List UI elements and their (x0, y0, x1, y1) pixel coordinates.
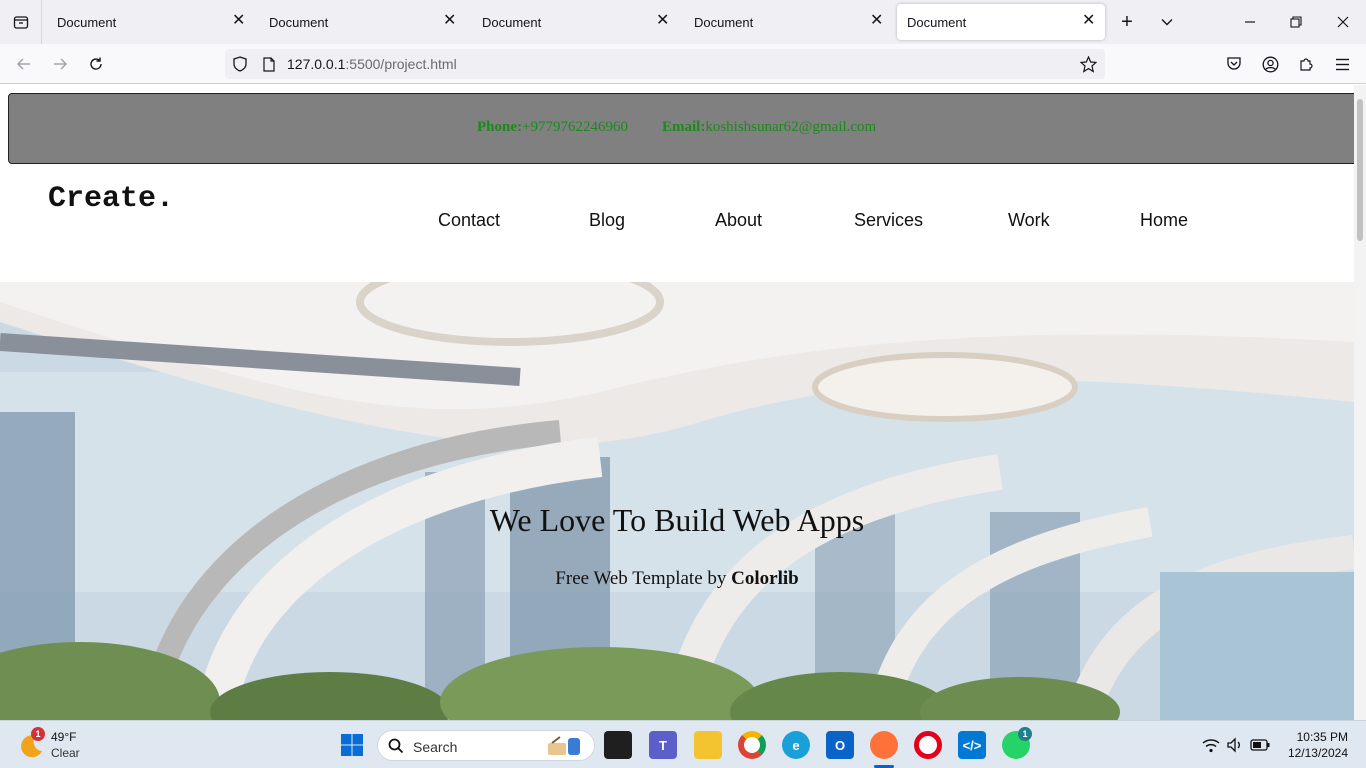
weather-temperature: 49°F (51, 730, 77, 744)
tab-title: Document (907, 15, 967, 30)
menu-hamburger-icon[interactable] (1332, 54, 1352, 74)
phone-info: Phone:+9779762246960 (477, 119, 628, 136)
hero-banner: We Love To Build Web Apps Free Web Templ… (0, 282, 1354, 720)
nav-link-services[interactable]: Services (854, 210, 923, 231)
bookmark-star-icon[interactable] (1079, 55, 1097, 73)
tab-title: Document (694, 15, 754, 30)
windows-logo-icon (341, 734, 363, 756)
clock-date: 12/13/2024 (1287, 746, 1348, 760)
close-tab-icon[interactable]: ✕ (443, 13, 456, 29)
close-window-icon[interactable] (1333, 12, 1353, 32)
taskbar: 1 49°F Clear Search T e O </> 1 10:35 PM… (0, 720, 1366, 768)
chevron-down-icon[interactable] (1157, 12, 1177, 32)
battery-icon[interactable] (1250, 736, 1270, 754)
tab-list-button[interactable] (0, 0, 42, 44)
nav-link-home[interactable]: Home (1140, 210, 1188, 231)
nav-link-contact[interactable]: Contact (438, 210, 500, 231)
hero-title: We Love To Build Web Apps (489, 502, 865, 538)
weather-condition: Clear (51, 746, 80, 760)
scrollbar-thumb[interactable] (1357, 99, 1363, 241)
opera-icon[interactable] (914, 731, 942, 759)
page-scrollbar[interactable] (1354, 85, 1366, 720)
system-clock[interactable]: 10:35 PM 12/13/2024 (1284, 729, 1348, 761)
extensions-icon[interactable] (1296, 54, 1316, 74)
back-icon[interactable] (14, 54, 34, 74)
tab-title: Document (482, 15, 542, 30)
tab-title: Document (269, 15, 329, 30)
close-tab-icon[interactable]: ✕ (870, 13, 883, 29)
contact-info-bar: Phone:+9779762246960 Email:koshishsunar6… (8, 93, 1354, 164)
task-view-icon[interactable] (604, 731, 632, 759)
teams-icon[interactable]: T (649, 731, 677, 759)
search-icon (388, 738, 404, 754)
url-text[interactable]: 127.0.0.1:5500/project.html (287, 56, 457, 72)
hero-background-image (0, 282, 1354, 720)
page-icon[interactable] (261, 56, 277, 72)
nav-link-blog[interactable]: Blog (589, 210, 625, 231)
url-host: 127.0.0.1 (287, 56, 346, 72)
volume-icon[interactable] (1226, 736, 1244, 754)
browser-tab-5-active[interactable]: Document ✕ (897, 4, 1105, 40)
email-info: Email:koshishsunar62@gmail.com (662, 119, 876, 136)
hero-subtitle-text: Free Web Template by (555, 568, 732, 589)
firefox-icon[interactable] (870, 731, 898, 759)
clock-time: 10:35 PM (1296, 730, 1348, 744)
hero-subtitle: Free Web Template by Colorlib (0, 568, 1354, 590)
restore-icon[interactable] (1286, 12, 1306, 32)
start-button[interactable] (339, 732, 365, 758)
search-label: Search (413, 739, 458, 755)
browser-tab-4[interactable]: Document ✕ (679, 0, 892, 44)
reload-icon[interactable] (86, 54, 106, 74)
weather-badge: 1 (31, 727, 45, 741)
email-label: Email: (662, 119, 706, 135)
browser-tab-1[interactable]: Document ✕ (42, 0, 254, 44)
nav-link-work[interactable]: Work (1008, 210, 1050, 231)
chrome-icon[interactable] (738, 731, 766, 759)
tab-strip: Document ✕ Document ✕ Document ✕ Documen… (0, 0, 1366, 44)
url-bar[interactable]: 127.0.0.1:5500/project.html (225, 49, 1105, 79)
page-viewport: Phone:+9779762246960 Email:koshishsunar6… (0, 85, 1354, 720)
file-explorer-icon[interactable] (694, 731, 722, 759)
close-tab-icon[interactable]: ✕ (232, 13, 245, 29)
tab-title: Document (57, 15, 117, 30)
tab-list-icon (13, 16, 28, 29)
search-highlight-icon (548, 736, 580, 755)
email-value: koshishsunar62@gmail.com (705, 119, 877, 135)
url-path: :5500/project.html (345, 56, 457, 72)
nav-link-about[interactable]: About (715, 210, 762, 231)
forward-icon[interactable] (50, 54, 70, 74)
taskbar-search-box[interactable]: Search (377, 730, 595, 761)
whatsapp-badge: 1 (1018, 727, 1032, 741)
outlook-icon[interactable]: O (826, 731, 854, 759)
account-icon[interactable] (1260, 54, 1280, 74)
browser-tab-3[interactable]: Document ✕ (467, 0, 680, 44)
close-tab-icon[interactable]: ✕ (656, 13, 669, 29)
navigation-toolbar: 127.0.0.1:5500/project.html (0, 44, 1366, 84)
vscode-icon[interactable]: </> (958, 731, 986, 759)
pocket-icon[interactable] (1224, 54, 1244, 74)
phone-value: +9779762246960 (522, 119, 628, 135)
browser-tab-2[interactable]: Document ✕ (254, 0, 467, 44)
hero-brand-link[interactable]: Colorlib (731, 568, 799, 589)
minimize-icon[interactable] (1240, 12, 1260, 32)
site-logo[interactable]: Create. (48, 182, 174, 216)
close-tab-icon[interactable]: ✕ (1082, 13, 1095, 29)
phone-label: Phone: (477, 119, 522, 135)
shield-icon[interactable] (232, 56, 248, 72)
wifi-icon[interactable] (1202, 736, 1220, 754)
edge-icon[interactable]: e (782, 731, 810, 759)
new-tab-icon[interactable]: + (1117, 11, 1137, 33)
